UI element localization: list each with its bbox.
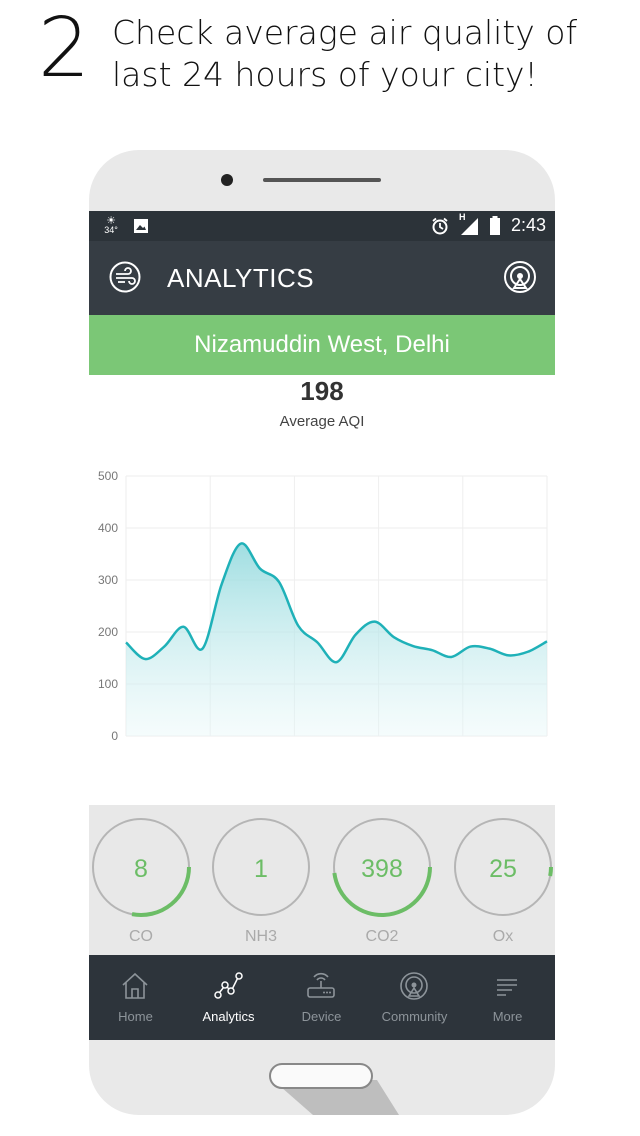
step-number: 2 (38, 1, 91, 96)
step-caption: Check average air quality of last 24 hou… (112, 13, 578, 94)
phone-frame: ☀ 34° H 2:43 ANALYTICS Nizamuddin West, … (89, 150, 555, 1115)
home-button-shadow (273, 1080, 399, 1115)
home-hardware-button[interactable] (269, 1063, 373, 1089)
